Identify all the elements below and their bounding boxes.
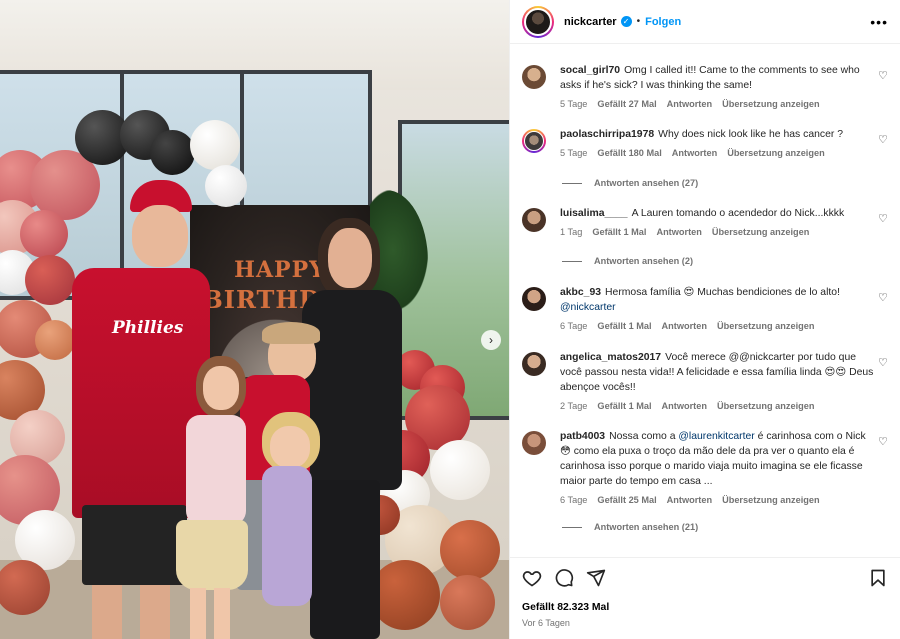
comment-meta: 6 Tage Gefällt 25 Mal Antworten Übersetzung… bbox=[560, 495, 876, 505]
replies-line bbox=[562, 526, 582, 528]
comment-item: paolaschirripa1978 Why does nick look lik… bbox=[522, 127, 892, 158]
comment-text: angelica_matos2017 Você merece @@nickcart… bbox=[560, 350, 876, 395]
view-replies-label: Antworten ansehen (21) bbox=[594, 522, 699, 532]
commenter-username[interactable]: luisalima____ bbox=[560, 208, 628, 219]
jersey-text: Phillies bbox=[112, 318, 184, 338]
post-header: nickcarter ✓ • Folgen ••• bbox=[510, 0, 900, 44]
comment-reply-button[interactable]: Antworten bbox=[672, 148, 717, 158]
comment-time[interactable]: 5 Tage bbox=[560, 148, 587, 158]
comment-time[interactable]: 6 Tage bbox=[560, 495, 587, 505]
author-username[interactable]: nickcarter bbox=[564, 16, 617, 28]
comment-time[interactable]: 1 Tag bbox=[560, 227, 582, 237]
comment-time[interactable]: 6 Tage bbox=[560, 321, 587, 331]
next-photo-button[interactable]: › bbox=[481, 330, 501, 350]
post-actions-bar: Gefällt 82.323 Mal Vor 6 Tagen bbox=[510, 557, 900, 639]
comment-reply-button[interactable]: Antworten bbox=[662, 401, 707, 411]
comment-text: socal_girl70 Omg I called it!! Came to th… bbox=[560, 63, 876, 93]
comment-translate-button[interactable]: Übersetzung anzeigen bbox=[717, 321, 815, 331]
comment-meta: 6 Tage Gefällt 1 Mal Antworten Übersetzung … bbox=[560, 321, 876, 331]
verified-badge-icon: ✓ bbox=[620, 16, 632, 27]
commenter-username[interactable]: paolaschirripa1978 bbox=[560, 129, 654, 140]
chevron-right-icon: › bbox=[489, 333, 493, 347]
comment-likes[interactable]: Gefällt 1 Mal bbox=[597, 321, 651, 331]
post-timestamp[interactable]: Vor 6 Tagen bbox=[522, 618, 570, 628]
comment-like-heart-icon[interactable]: ♡ bbox=[878, 70, 890, 82]
commenter-avatar[interactable] bbox=[522, 431, 546, 455]
commenter-username[interactable]: socal_girl70 bbox=[560, 65, 620, 76]
commenter-avatar[interactable] bbox=[522, 208, 546, 232]
commenter-username[interactable]: patb4003 bbox=[560, 431, 605, 442]
view-replies-button[interactable]: Antworten ansehen (21) bbox=[562, 522, 698, 532]
replies-line bbox=[562, 182, 582, 184]
comment-content-a: Nossa como a bbox=[609, 431, 676, 442]
author-avatar[interactable] bbox=[522, 5, 554, 38]
comment-item: luisalima____ A Lauren tomando o acendedo… bbox=[522, 206, 892, 237]
comment-item: angelica_matos2017 Você merece @@nickcart… bbox=[522, 350, 892, 411]
more-options-icon[interactable]: ••• bbox=[870, 14, 888, 30]
comment-time[interactable]: 5 Tage bbox=[560, 99, 587, 109]
comment-content: Hermosa família 😍 Muchas bendiciones de … bbox=[605, 287, 840, 298]
comment-content: A Lauren tomando o acendedor do Nick...k… bbox=[631, 208, 845, 219]
comment-translate-button[interactable]: Übersetzung anzeigen bbox=[717, 401, 815, 411]
commenter-avatar[interactable] bbox=[522, 287, 546, 311]
comment-text: paolaschirripa1978 Why does nick look lik… bbox=[560, 127, 876, 142]
comment-meta: 5 Tage Gefällt 180 Mal Antworten Übersetzun… bbox=[560, 148, 876, 158]
comment-translate-button[interactable]: Übersetzung anzeigen bbox=[712, 227, 810, 237]
bookmark-icon[interactable] bbox=[868, 568, 888, 588]
post-photo[interactable]: HAPPY BIRTHDAY Phillies › bbox=[0, 0, 509, 639]
comment-reply-button[interactable]: Antworten bbox=[667, 495, 712, 505]
view-replies-label: Antworten ansehen (27) bbox=[594, 178, 699, 188]
comment-likes[interactable]: Gefällt 180 Mal bbox=[597, 148, 661, 158]
commenter-username[interactable]: angelica_matos2017 bbox=[560, 352, 661, 363]
comment-item: patb4003 Nossa como a @laurenkitcarter é … bbox=[522, 429, 892, 505]
comment-translate-button[interactable]: Übersetzung anzeigen bbox=[722, 99, 820, 109]
comment-time[interactable]: 2 Tage bbox=[560, 401, 587, 411]
comment-meta: 1 Tag Gefällt 1 Mal Antworten Übersetzung a… bbox=[560, 227, 876, 237]
comment-meta: 2 Tage Gefällt 1 Mal Antworten Übersetzung … bbox=[560, 401, 876, 411]
comment-like-heart-icon[interactable]: ♡ bbox=[878, 357, 890, 369]
comment-reply-button[interactable]: Antworten bbox=[656, 227, 701, 237]
comment-icon[interactable] bbox=[554, 568, 574, 588]
view-replies-label: Antworten ansehen (2) bbox=[594, 256, 694, 266]
commenter-avatar[interactable] bbox=[522, 129, 546, 153]
comment-like-heart-icon[interactable]: ♡ bbox=[878, 292, 890, 304]
comment-likes[interactable]: Gefällt 25 Mal bbox=[597, 495, 656, 505]
comment-content: Why does nick look like he has cancer ? bbox=[658, 129, 843, 140]
post-side-panel: nickcarter ✓ • Folgen ••• socal_girl70 Om… bbox=[509, 0, 900, 639]
comment-text: patb4003 Nossa como a @laurenkitcarter é … bbox=[560, 429, 876, 489]
comment-likes[interactable]: Gefällt 1 Mal bbox=[597, 401, 651, 411]
commenter-avatar[interactable] bbox=[522, 352, 546, 376]
replies-line bbox=[562, 260, 582, 262]
comment-translate-button[interactable]: Übersetzung anzeigen bbox=[722, 495, 820, 505]
comment-item: socal_girl70 Omg I called it!! Came to th… bbox=[522, 63, 892, 109]
comment-reply-button[interactable]: Antworten bbox=[667, 99, 712, 109]
comment-text: akbc_93 Hermosa família 😍 Muchas bendicio… bbox=[560, 285, 876, 315]
comment-likes[interactable]: Gefällt 27 Mal bbox=[597, 99, 656, 109]
comment-likes[interactable]: Gefällt 1 Mal bbox=[592, 227, 646, 237]
comment-like-heart-icon[interactable]: ♡ bbox=[878, 436, 890, 448]
comment-translate-button[interactable]: Übersetzung anzeigen bbox=[727, 148, 825, 158]
header-separator: • bbox=[636, 16, 641, 27]
commenter-avatar[interactable] bbox=[522, 65, 546, 89]
comment-meta: 5 Tage Gefällt 27 Mal Antworten Übersetzung… bbox=[560, 99, 876, 109]
comment-like-heart-icon[interactable]: ♡ bbox=[878, 134, 890, 146]
commenter-username[interactable]: akbc_93 bbox=[560, 287, 601, 298]
post-viewer: HAPPY BIRTHDAY Phillies › nickcarter ✓ •… bbox=[0, 0, 900, 639]
post-likes-count[interactable]: Gefällt 82.323 Mal bbox=[522, 602, 609, 613]
action-icons bbox=[522, 568, 606, 588]
share-icon[interactable] bbox=[586, 568, 606, 588]
comments-list[interactable]: socal_girl70 Omg I called it!! Came to th… bbox=[510, 45, 900, 557]
comment-reply-button[interactable]: Antworten bbox=[662, 321, 707, 331]
comment-item: akbc_93 Hermosa família 😍 Muchas bendicio… bbox=[522, 285, 892, 331]
comment-mention-link[interactable]: @laurenkitcarter bbox=[678, 431, 754, 442]
heart-icon[interactable] bbox=[522, 568, 542, 588]
view-replies-button[interactable]: Antworten ansehen (2) bbox=[562, 256, 693, 266]
comment-mention-link[interactable]: @nickcarter bbox=[560, 302, 616, 313]
comment-text: luisalima____ A Lauren tomando o acendedo… bbox=[560, 206, 876, 221]
view-replies-button[interactable]: Antworten ansehen (27) bbox=[562, 178, 698, 188]
comment-like-heart-icon[interactable]: ♡ bbox=[878, 213, 890, 225]
follow-button[interactable]: Folgen bbox=[645, 16, 681, 28]
